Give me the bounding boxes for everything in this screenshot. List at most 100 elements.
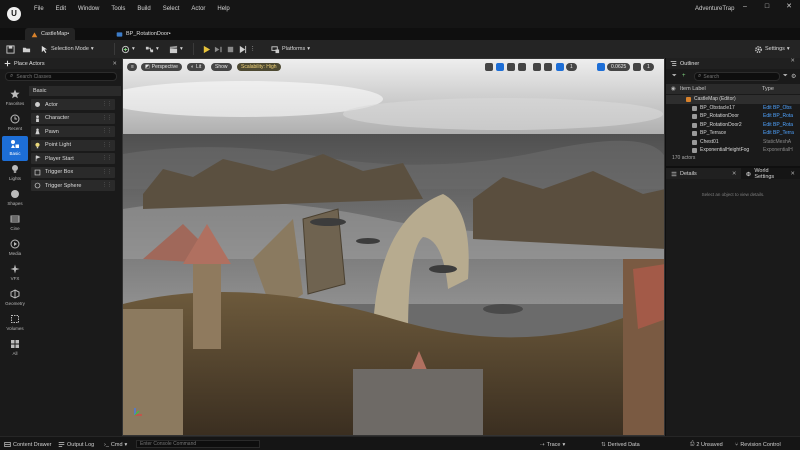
- derived-data-button[interactable]: ⇅ Derived Data: [601, 440, 640, 449]
- grid-snap-value[interactable]: 1: [566, 63, 577, 71]
- actor-item-point-light[interactable]: Point Light ⋮⋮: [31, 139, 115, 151]
- close-button[interactable]: ✕: [778, 0, 800, 14]
- perspective-dropdown[interactable]: ◩ Perspective: [141, 63, 182, 71]
- camera-speed-icon[interactable]: [633, 63, 641, 71]
- filter-dropdown-icon[interactable]: ⏷: [783, 73, 788, 80]
- actor-item-trigger-box[interactable]: Trigger Box ⋮⋮: [31, 166, 115, 178]
- viewport-options-button[interactable]: ≡: [127, 63, 137, 71]
- grid-snap-icon[interactable]: [556, 63, 564, 71]
- category-lights[interactable]: Lights: [0, 161, 30, 186]
- close-icon[interactable]: ✕: [112, 61, 117, 67]
- scale-tool-icon[interactable]: [518, 63, 526, 71]
- outliner-row-castlemap[interactable]: CastleMap (Editor): [666, 95, 800, 104]
- world-settings-tab[interactable]: World Settings ✕: [741, 168, 800, 180]
- outliner-search-input[interactable]: [703, 73, 774, 80]
- filter-icon[interactable]: ⏷: [672, 73, 677, 80]
- menu-actor[interactable]: Actor: [185, 4, 211, 14]
- menu-select[interactable]: Select: [157, 4, 186, 14]
- category-shapes[interactable]: Shapes: [0, 186, 30, 211]
- console-command-input[interactable]: [136, 440, 260, 448]
- drag-handle-icon[interactable]: ⋮⋮: [102, 142, 112, 148]
- category-volumes[interactable]: Volumes: [0, 311, 30, 336]
- menu-file[interactable]: File: [28, 4, 50, 14]
- category-recent[interactable]: Recent: [0, 111, 30, 136]
- outliner-search[interactable]: ⌕: [694, 72, 780, 81]
- close-icon[interactable]: ✕: [790, 58, 795, 64]
- lit-dropdown[interactable]: ◐ Lit: [187, 63, 206, 71]
- tab-castlemap[interactable]: CastleMap•: [25, 28, 76, 40]
- details-tab[interactable]: Details ✕: [666, 168, 742, 179]
- column-item-label[interactable]: Item Label: [680, 84, 706, 94]
- menu-window[interactable]: Window: [72, 4, 105, 14]
- drag-handle-icon[interactable]: ⋮⋮: [102, 155, 112, 161]
- row-type-link[interactable]: Edit BP_Obs: [763, 104, 796, 113]
- actor-item-trigger-sphere[interactable]: Trigger Sphere ⋮⋮: [31, 180, 115, 191]
- minimize-button[interactable]: –: [734, 0, 756, 14]
- menu-edit[interactable]: Edit: [50, 4, 72, 14]
- selection-mode-dropdown[interactable]: Selection Mode ▾: [40, 43, 94, 55]
- scalability-warning[interactable]: Scalability: High: [237, 63, 281, 71]
- outliner-row[interactable]: Chest01 StaticMeshA: [666, 138, 800, 147]
- actor-item-actor[interactable]: Actor ⋮⋮: [31, 99, 115, 110]
- rotate-tool-icon[interactable]: [507, 63, 515, 71]
- drag-handle-icon[interactable]: ⋮⋮: [102, 128, 112, 134]
- class-search-input[interactable]: [16, 73, 112, 80]
- outliner-row[interactable]: BP_RotationDoor2 Edit BP_Rota: [666, 121, 800, 130]
- select-tool-icon[interactable]: [485, 63, 493, 71]
- output-log-button[interactable]: Output Log: [58, 440, 94, 449]
- class-search[interactable]: ⌕: [5, 72, 117, 81]
- outliner-row[interactable]: BP_Terrace Edit BP_Terra: [666, 129, 800, 138]
- actor-item-pawn[interactable]: Pawn ⋮⋮: [31, 126, 115, 137]
- outliner-row[interactable]: BP_Obstacle17 Edit BP_Obs: [666, 104, 800, 113]
- place-actors-tab[interactable]: Place Actors ✕: [0, 58, 122, 69]
- drag-handle-icon[interactable]: ⋮⋮: [102, 115, 112, 121]
- category-basic[interactable]: Basic: [2, 136, 28, 161]
- maximize-button[interactable]: □: [756, 0, 778, 14]
- actor-item-player-start[interactable]: Player Start ⋮⋮: [31, 153, 115, 164]
- browse-button[interactable]: [22, 43, 31, 55]
- play-options-button[interactable]: ⋮: [250, 43, 256, 55]
- translate-tool-icon[interactable]: [496, 63, 504, 71]
- gear-icon[interactable]: ⚙: [791, 73, 796, 80]
- drag-handle-icon[interactable]: ⋮⋮: [102, 182, 112, 188]
- scale-snap-icon[interactable]: [597, 63, 605, 71]
- level-viewport[interactable]: ≡ ◩ Perspective ◐ Lit Show Scalability: …: [122, 58, 665, 436]
- revision-control-dropdown[interactable]: ⑂ Revision Control: [735, 440, 781, 449]
- category-all[interactable]: All: [0, 336, 30, 361]
- world-space-icon[interactable]: [533, 63, 541, 71]
- category-vfx[interactable]: VFX: [0, 261, 30, 286]
- outliner-tab[interactable]: Outliner ✕: [666, 58, 800, 69]
- blueprints-button[interactable]: ▾: [145, 43, 159, 55]
- eject-button[interactable]: [238, 43, 247, 55]
- outliner-row[interactable]: BP_RotationDoor Edit BP_Rota: [666, 112, 800, 121]
- skip-button[interactable]: [214, 43, 223, 55]
- visibility-icon[interactable]: ◉: [671, 84, 676, 94]
- close-icon[interactable]: ✕: [732, 171, 737, 177]
- row-type-link[interactable]: Edit BP_Rota: [763, 112, 796, 121]
- column-type[interactable]: Type: [762, 84, 774, 94]
- trace-dropdown[interactable]: ⇢ Trace ▾: [540, 440, 565, 449]
- cmd-dropdown[interactable]: ›_ Cmd ▾: [104, 440, 127, 449]
- category-media[interactable]: Media: [0, 236, 30, 261]
- category-geometry[interactable]: Geometry: [0, 286, 30, 311]
- platforms-dropdown[interactable]: Platforms ▾: [271, 43, 310, 55]
- save-button[interactable]: [6, 43, 15, 55]
- quick-add-button[interactable]: ▾: [121, 43, 135, 55]
- drag-handle-icon[interactable]: ⋮⋮: [102, 169, 112, 175]
- show-dropdown[interactable]: Show: [211, 63, 232, 71]
- cinematics-button[interactable]: ▾: [169, 43, 183, 55]
- menu-build[interactable]: Build: [131, 4, 156, 14]
- camera-speed-value[interactable]: 1: [643, 63, 654, 71]
- menu-tools[interactable]: Tools: [105, 4, 131, 14]
- menu-help[interactable]: Help: [211, 4, 235, 14]
- add-icon[interactable]: +: [682, 73, 686, 79]
- drag-handle-icon[interactable]: ⋮⋮: [102, 101, 112, 107]
- play-button[interactable]: [202, 43, 211, 55]
- scale-snap-value[interactable]: 0.0625: [607, 63, 631, 71]
- row-type-link[interactable]: Edit BP_Terra: [763, 129, 796, 138]
- settings-dropdown[interactable]: Settings ▾: [754, 43, 790, 55]
- content-drawer-button[interactable]: Content Drawer: [4, 440, 52, 449]
- scene-render[interactable]: [123, 59, 665, 436]
- actor-item-character[interactable]: Character ⋮⋮: [31, 112, 115, 124]
- outliner-row[interactable]: ExponentialHeightFog ExponentialH: [666, 146, 800, 155]
